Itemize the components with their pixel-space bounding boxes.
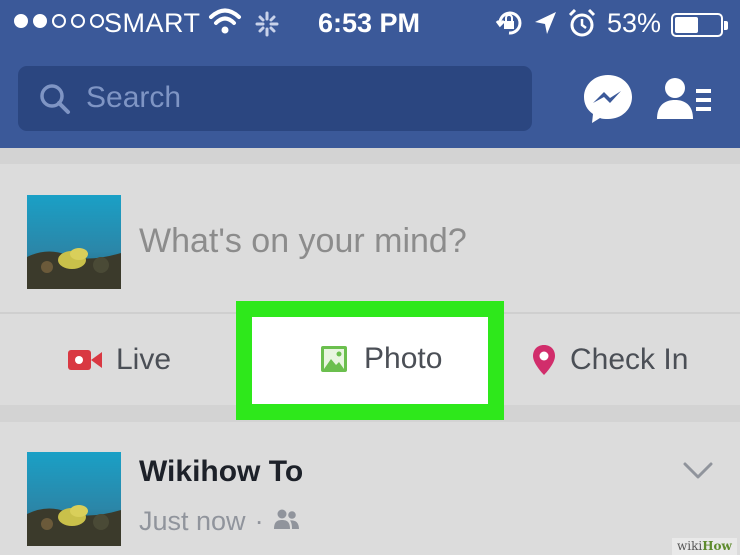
photo-icon — [320, 345, 348, 373]
friends-icon — [273, 506, 301, 537]
signal-dot — [33, 14, 47, 28]
messenger-icon[interactable] — [582, 73, 634, 130]
feed-post: Wikihow To Just now · — [0, 422, 740, 555]
alarm-icon — [567, 7, 597, 46]
search-icon — [38, 82, 72, 121]
photo-action[interactable]: Photo — [320, 342, 442, 376]
signal-dot — [71, 14, 85, 28]
signal-dot — [14, 14, 28, 28]
check-in-label: Check In — [570, 343, 689, 376]
photo-label: Photo — [364, 342, 443, 375]
meta-separator: · — [254, 506, 264, 536]
signal-strength — [14, 14, 104, 28]
search-placeholder: Search — [86, 81, 182, 114]
watermark-part1: wiki — [677, 539, 703, 553]
search-bar[interactable]: Search — [18, 66, 532, 131]
post-meta: Just now · — [139, 506, 301, 537]
battery-nub — [724, 21, 728, 30]
photo-highlight-box: Photo — [236, 301, 504, 420]
status-bar: SMART 6:53 PM 53% — [0, 0, 740, 50]
rotation-lock-icon — [495, 8, 523, 45]
signal-dot — [90, 14, 104, 28]
carrier-name: SMART — [104, 8, 201, 38]
composer-placeholder[interactable]: What's on your mind? — [139, 222, 467, 261]
activity-spinner-icon — [254, 9, 280, 46]
check-in-button[interactable]: Check In — [532, 340, 688, 380]
battery-percent: 53% — [607, 8, 662, 38]
photo-button[interactable]: Photo — [252, 317, 488, 404]
user-avatar[interactable] — [27, 195, 121, 289]
location-arrow-icon — [532, 8, 558, 45]
top-bar: SMART 6:53 PM 53% Search — [0, 0, 740, 148]
wifi-icon — [208, 6, 242, 43]
clock: 6:53 PM — [318, 8, 421, 38]
watermark-part2: How — [702, 539, 732, 553]
live-button[interactable]: Live — [68, 340, 171, 380]
post-author-avatar[interactable] — [27, 452, 121, 546]
video-camera-icon — [68, 348, 102, 372]
signal-dot — [52, 14, 66, 28]
post-timestamp[interactable]: Just now — [139, 506, 246, 537]
location-pin-icon — [532, 344, 556, 376]
battery-icon — [671, 13, 728, 37]
chevron-down-icon[interactable] — [683, 462, 713, 485]
live-label: Live — [116, 343, 172, 376]
friend-requests-icon[interactable] — [655, 75, 715, 130]
post-author-name[interactable]: Wikihow To — [139, 455, 303, 489]
battery-fill — [675, 17, 698, 33]
wikihow-watermark: wikiHow — [672, 538, 737, 555]
